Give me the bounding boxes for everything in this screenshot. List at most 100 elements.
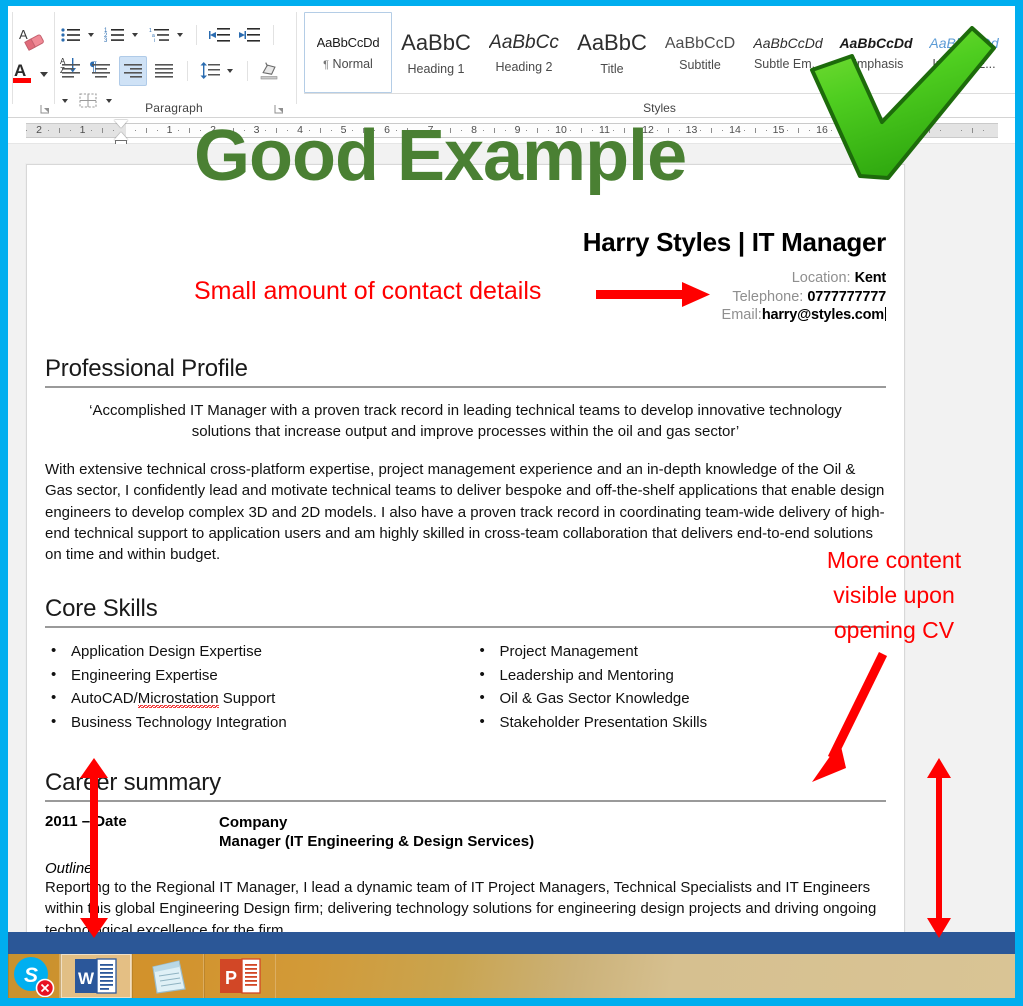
- ruler-dot: [787, 130, 788, 131]
- core-skills-columns: Application Design Expertise Engineering…: [45, 639, 886, 735]
- svg-text:i: i: [154, 38, 155, 44]
- list-item: Business Technology Integration: [45, 710, 466, 735]
- contact-value: 0777777777: [807, 288, 886, 305]
- word-icon: W: [75, 958, 117, 994]
- paragraph-dialog-launcher[interactable]: [274, 102, 285, 114]
- profile-quote: ‘Accomplished IT Manager with a proven t…: [89, 401, 842, 440]
- ruler-tick: [146, 128, 147, 133]
- clear-formatting-icon[interactable]: A: [16, 24, 50, 54]
- chevron-down-icon[interactable]: [176, 33, 183, 37]
- word-window: A A 1 2 3 1 a i A Z ¶ Paragraph AaBbCcDd…: [0, 0, 1023, 1006]
- profile-body: With extensive technical cross-platform …: [45, 461, 885, 563]
- style-label: Heading 2: [495, 59, 553, 74]
- chevron-down-icon[interactable]: [132, 33, 139, 37]
- justify-icon[interactable]: [151, 56, 177, 86]
- taskbar-item-word[interactable]: W: [60, 954, 132, 998]
- content-arrow-icon: [812, 652, 888, 782]
- align-right-icon[interactable]: [118, 56, 147, 86]
- style-label: ¶ Normal: [323, 56, 373, 71]
- style-preview: AaBbCcDd: [316, 36, 380, 51]
- right-extent-arrow-icon: [927, 758, 951, 938]
- style-label: Subtitle: [679, 58, 721, 73]
- svg-text:A: A: [14, 61, 26, 80]
- ruler-number: 1: [79, 124, 86, 136]
- notepad-icon: [152, 960, 186, 994]
- style-item-heading-1[interactable]: AaBbC Heading 1: [392, 12, 480, 93]
- style-item-heading-2[interactable]: AaBbCc Heading 2: [480, 12, 568, 93]
- multilevel-list-icon[interactable]: 1 a i: [147, 20, 173, 50]
- ruler-dot: [26, 130, 27, 131]
- ruler-number: 14: [729, 124, 741, 136]
- ruler-dot: [722, 130, 723, 131]
- ruler-tick: [711, 128, 712, 133]
- ruler-tick: [102, 128, 103, 133]
- taskbar-buttons: S W P: [8, 954, 1015, 998]
- text-cursor: [885, 307, 886, 322]
- annotation-content-note-line-1: More content: [826, 547, 962, 573]
- align-left-icon[interactable]: [58, 56, 84, 86]
- ruler-number: 15: [772, 124, 785, 136]
- contact-arrow-icon: [596, 282, 710, 307]
- font-color-icon[interactable]: A: [12, 58, 58, 90]
- taskbar[interactable]: S W P: [8, 932, 1015, 998]
- style-item-title[interactable]: AaBbC Title: [568, 12, 656, 93]
- annotation-content-note: More content visible upon opening CV: [794, 543, 994, 648]
- numbered-list-icon[interactable]: 1 2 3: [102, 20, 128, 50]
- hanging-indent-marker[interactable]: [114, 132, 128, 140]
- chevron-down-icon[interactable]: [227, 69, 234, 73]
- ruler-dot: [157, 130, 158, 131]
- ruler-dot: [700, 130, 701, 131]
- taskbar-top-band: [8, 932, 1015, 954]
- chevron-down-icon[interactable]: [88, 33, 94, 37]
- ruler-tick: [755, 128, 756, 133]
- ruler-tick: [189, 128, 190, 133]
- taskbar-empty-area: [276, 954, 1015, 998]
- style-preview: AaBbCcD: [664, 34, 736, 52]
- ruler-dot: [48, 130, 49, 131]
- line-spacing-icon[interactable]: [197, 56, 223, 86]
- svg-text:3: 3: [104, 38, 108, 44]
- ruler-dot: [744, 130, 745, 131]
- list-item: AutoCAD/Microstation Support: [45, 686, 466, 711]
- ruler-tick: [59, 128, 60, 133]
- font-dialog-launcher[interactable]: [40, 102, 51, 114]
- outline-label: Outline: [45, 860, 93, 878]
- ruler-number: 1: [166, 124, 173, 136]
- section-heading-career-summary: Career summary: [45, 769, 886, 802]
- svg-text:S: S: [24, 964, 38, 987]
- style-preview: AaBbC: [401, 31, 471, 56]
- decrease-indent-icon[interactable]: [207, 20, 233, 50]
- first-line-indent-marker[interactable]: [114, 120, 128, 128]
- svg-text:P: P: [225, 968, 237, 988]
- taskbar-item-powerpoint[interactable]: P: [204, 954, 276, 998]
- contact-value: Kent: [854, 270, 887, 286]
- style-preview: AaBbC: [577, 31, 647, 56]
- taskbar-item-skype[interactable]: S: [8, 954, 60, 998]
- green-checkmark-icon: [810, 26, 996, 180]
- increase-indent-icon[interactable]: [237, 20, 263, 50]
- bulleted-list-icon[interactable]: [58, 20, 84, 50]
- section-heading-professional-profile: Professional Profile: [45, 355, 886, 388]
- ruler-number: 2: [36, 124, 42, 136]
- taskbar-item-notepad[interactable]: [132, 954, 204, 998]
- svg-text:W: W: [78, 969, 95, 988]
- cv-name-heading: Harry Styles | IT Manager: [582, 227, 887, 257]
- align-center-icon[interactable]: [88, 56, 114, 86]
- job-dates: 2011 – Date: [45, 812, 127, 830]
- ruler-dot: [91, 130, 92, 131]
- powerpoint-icon: P: [220, 958, 261, 994]
- pilcrow-icon: ¶: [323, 58, 330, 71]
- page-content: Harry Styles | IT Manager Location: Kent…: [27, 227, 904, 998]
- ruler-dot: [113, 130, 114, 131]
- contact-line-email: Email:harry@styles.com: [45, 306, 886, 325]
- job-title: Manager (IT Engineering & Design Service…: [219, 833, 535, 851]
- career-entry: 2011 – Date Company Manager (IT Engineer…: [45, 813, 886, 853]
- document-canvas[interactable]: Harry Styles | IT Manager Location: Kent…: [8, 144, 1015, 998]
- skills-column-left: Application Design Expertise Engineering…: [45, 639, 466, 735]
- style-item-next-partial[interactable]: A: [1008, 12, 1015, 93]
- shading-bucket-icon[interactable]: [257, 56, 283, 86]
- ruler-dot: [70, 130, 71, 131]
- style-item-subtitle[interactable]: AaBbCcD Subtitle: [656, 12, 744, 93]
- misspelled-word: Microstation: [137, 690, 219, 711]
- style-item-normal[interactable]: AaBbCcDd ¶ Normal: [304, 12, 392, 93]
